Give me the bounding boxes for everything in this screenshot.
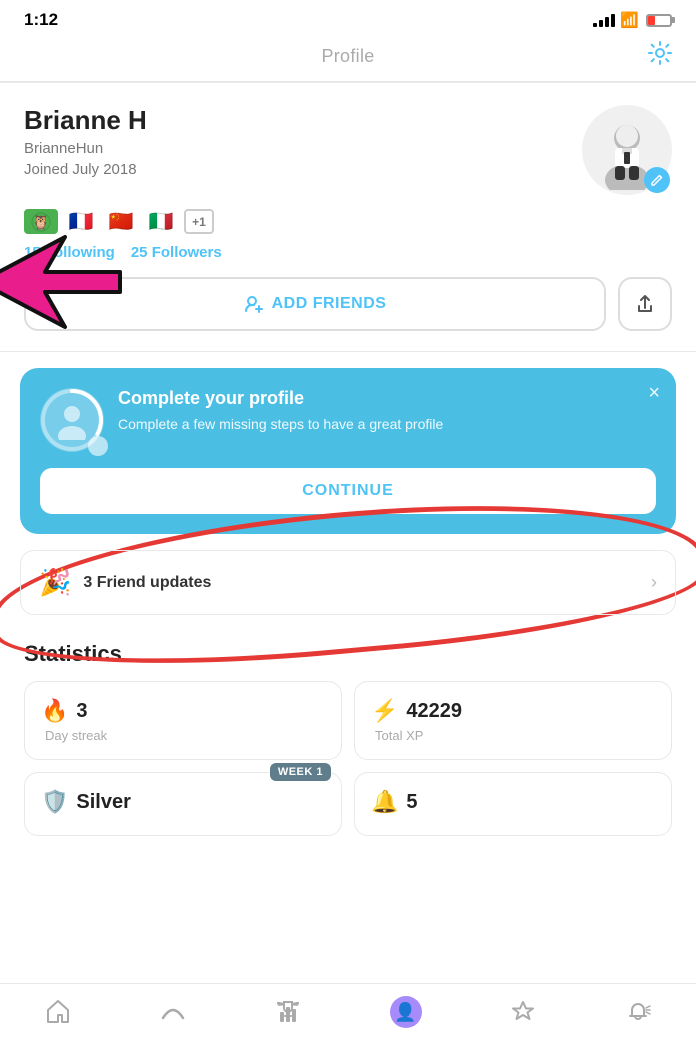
avatar-edit-button[interactable] <box>644 167 670 193</box>
nav-home[interactable] <box>44 998 72 1026</box>
followers-link[interactable]: 25 Followers <box>131 244 222 261</box>
close-button[interactable]: × <box>648 382 660 405</box>
flag-more[interactable]: +1 <box>184 209 214 234</box>
profile-joined: Joined July 2018 <box>24 161 582 178</box>
league-value: Silver <box>76 791 130 814</box>
xp-label: Total XP <box>371 728 655 743</box>
signal-bars-icon <box>593 14 615 27</box>
xp-value: 42229 <box>406 700 462 723</box>
svg-text:🦉: 🦉 <box>32 214 49 231</box>
bottom-nav: 👤 <box>0 983 696 1044</box>
profile-incomplete-icon <box>40 388 104 452</box>
friend-updates-left: 🎉 3 Friend updates <box>39 567 211 598</box>
lightning-icon: ⚡ <box>371 698 398 724</box>
flag-italian[interactable]: 🇮🇹 <box>144 209 178 234</box>
streak-value: 3 <box>76 700 87 723</box>
header: Profile <box>0 36 696 82</box>
nav-profile[interactable]: 👤 <box>390 996 422 1028</box>
card-title: Complete your profile <box>118 388 443 409</box>
add-friends-button[interactable]: ADD FRIENDS <box>24 277 606 331</box>
stat-card-gems: 🔔 5 <box>354 772 672 836</box>
battery-icon <box>646 14 672 27</box>
streak-label: Day streak <box>41 728 325 743</box>
wifi-icon: 📶 <box>620 11 639 29</box>
card-text: Complete your profile Complete a few mis… <box>118 388 443 435</box>
stats-grid: 🔥 3 Day streak ⚡ 42229 Total XP WEEK 1 🛡… <box>24 681 672 836</box>
share-icon <box>634 293 656 315</box>
continue-button[interactable]: CONTINUE <box>40 468 656 514</box>
friend-updates-label: 3 Friend updates <box>83 574 211 592</box>
week-badge: WEEK 1 <box>270 763 331 781</box>
flag-french[interactable]: 🇫🇷 <box>64 209 98 234</box>
friend-updates-card[interactable]: 🎉 3 Friend updates › <box>20 550 676 615</box>
share-button[interactable] <box>618 277 672 331</box>
nav-leaderboard[interactable] <box>274 998 302 1026</box>
profile-section: Brianne H BrianneHun Joined July 2018 <box>0 83 696 209</box>
actions-row: ADD FRIENDS <box>0 277 696 351</box>
profile-name: Brianne H <box>24 105 582 136</box>
flag-duolingo[interactable]: 🦉 <box>24 209 58 234</box>
gem-icon: 🔔 <box>371 789 398 815</box>
nav-learn[interactable] <box>159 998 187 1026</box>
shield-icon: 🛡️ <box>41 789 68 815</box>
friend-updates-emoji: 🎉 <box>39 567 71 598</box>
person-add-icon <box>244 294 264 314</box>
following-link[interactable]: 15 Following <box>24 244 115 261</box>
statistics-section: Statistics 🔥 3 Day streak ⚡ 42229 Total … <box>0 631 696 852</box>
profile-username: BrianneHun <box>24 140 582 157</box>
status-time: 1:12 <box>24 10 58 30</box>
statistics-title: Statistics <box>24 641 672 667</box>
status-bar: 1:12 📶 <box>0 0 696 36</box>
social-row: 15 Following 25 Followers <box>0 244 696 277</box>
card-content: Complete your profile Complete a few mis… <box>40 388 656 452</box>
stat-card-league: WEEK 1 🛡️ Silver <box>24 772 342 836</box>
gems-value: 5 <box>406 791 417 814</box>
complete-profile-card: × Complete your profile Complete a few m… <box>20 368 676 534</box>
settings-button[interactable] <box>646 39 674 74</box>
nav-quests[interactable] <box>509 998 537 1026</box>
flags-row: 🦉 🇫🇷 🇨🇳 🇮🇹 +1 <box>0 209 696 244</box>
stat-card-streak: 🔥 3 Day streak <box>24 681 342 760</box>
profile-info: Brianne H BrianneHun Joined July 2018 <box>24 105 582 192</box>
fire-icon: 🔥 <box>41 698 68 724</box>
stat-card-xp: ⚡ 42229 Total XP <box>354 681 672 760</box>
card-description: Complete a few missing steps to have a g… <box>118 415 443 435</box>
page-title: Profile <box>321 46 374 67</box>
chevron-right-icon: › <box>651 572 657 593</box>
avatar-container[interactable] <box>582 105 672 195</box>
nav-notifications[interactable] <box>624 998 652 1026</box>
status-icons: 📶 <box>593 11 672 29</box>
flag-chinese[interactable]: 🇨🇳 <box>104 209 138 234</box>
